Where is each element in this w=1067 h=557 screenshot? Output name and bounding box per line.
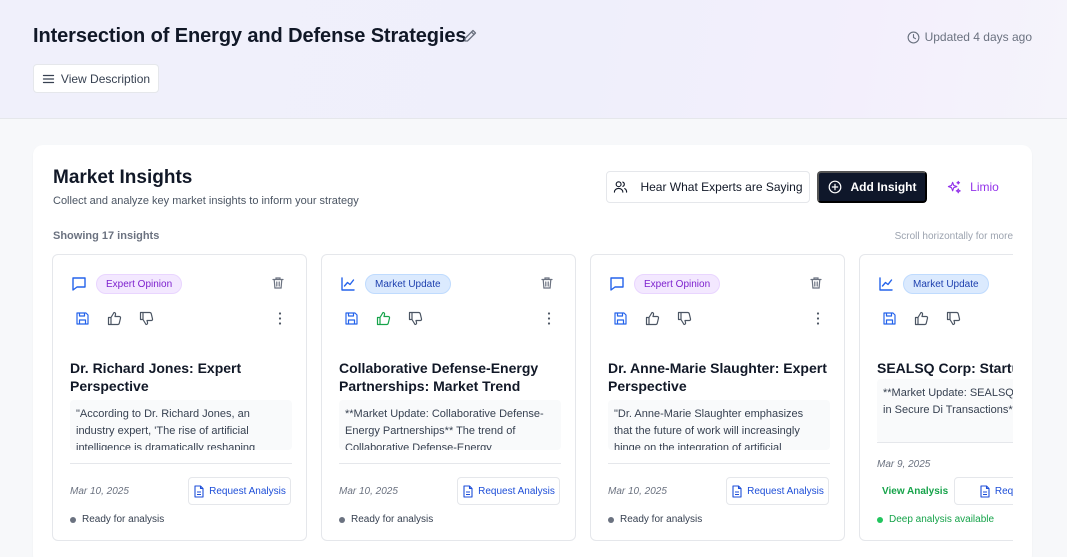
- clock-icon: [907, 31, 920, 43]
- message-icon: [610, 277, 624, 291]
- limio-label: Limio: [970, 180, 999, 194]
- chart-line-icon: [341, 277, 355, 291]
- section-subtitle: Collect and analyze key market insights …: [53, 195, 359, 207]
- card-title[interactable]: SEALSQ Corp: Startup: [877, 359, 1013, 377]
- request-analysis-label: Request Analysis: [478, 485, 555, 497]
- status-text: Ready for analysis: [82, 514, 165, 525]
- status-dot: [608, 516, 614, 523]
- header-banner: Intersection of Energy and Defense Strat…: [0, 0, 1067, 119]
- card-excerpt: "According to Dr. Richard Jones, an indu…: [70, 400, 292, 450]
- status-dot: [70, 516, 76, 523]
- save-icon[interactable]: [882, 311, 897, 326]
- divider: [70, 463, 292, 464]
- card-date: Mar 10, 2025: [608, 486, 667, 497]
- page-title: Intersection of Energy and Defense Strat…: [33, 25, 467, 47]
- card-title[interactable]: Dr. Richard Jones: Expert Perspective: [70, 359, 295, 395]
- add-insight-button[interactable]: Add Insight: [817, 171, 927, 203]
- updated-text: Updated 4 days ago: [924, 30, 1032, 44]
- insight-card[interactable]: Market Update SEALSQ Corp: Startup **Mar…: [859, 254, 1013, 541]
- limio-button[interactable]: Limio: [938, 171, 1008, 203]
- trash-icon[interactable]: [809, 276, 823, 290]
- category-badge: Expert Opinion: [96, 274, 183, 294]
- status-dot: [339, 516, 345, 523]
- card-excerpt: **Market Update: SEALSQ as a Disruptor i…: [877, 379, 1013, 443]
- request-analysis-label: Request Analysis: [209, 485, 286, 497]
- request-analysis-label: Request: [994, 485, 1013, 497]
- insight-card[interactable]: Market Update Collaborative Defense-Ener…: [321, 254, 576, 541]
- document-icon: [732, 484, 742, 498]
- chart-line-icon: [879, 277, 893, 291]
- thumbs-down-icon[interactable]: [946, 311, 961, 326]
- thumbs-up-icon[interactable]: [107, 311, 122, 326]
- category-badge: Market Update: [365, 274, 451, 294]
- hear-experts-button[interactable]: Hear What Experts are Saying: [606, 171, 810, 203]
- card-excerpt: "Dr. Anne-Marie Slaughter emphasizes tha…: [608, 400, 830, 450]
- updated-timestamp: Updated 4 days ago: [907, 30, 1032, 44]
- plus-circle-icon: [828, 180, 841, 194]
- thumbs-up-icon[interactable]: [645, 311, 660, 326]
- category-badge: Expert Opinion: [634, 274, 721, 294]
- card-date: Mar 10, 2025: [339, 486, 398, 497]
- request-analysis-button[interactable]: Request Analysis: [726, 477, 829, 505]
- request-analysis-button[interactable]: Request Analysis: [457, 477, 560, 505]
- thumbs-down-icon[interactable]: [139, 311, 154, 326]
- document-icon: [194, 484, 204, 498]
- category-badge: Market Update: [903, 274, 989, 294]
- card-date: Mar 10, 2025: [70, 486, 129, 497]
- save-icon[interactable]: [75, 311, 90, 326]
- card-title[interactable]: Collaborative Defense-Energy Partnership…: [339, 359, 564, 395]
- save-icon[interactable]: [344, 311, 359, 326]
- analysis-status: Ready for analysis: [70, 514, 164, 525]
- card-title[interactable]: Dr. Anne-Marie Slaughter: Expert Perspec…: [608, 359, 833, 395]
- divider: [339, 463, 561, 464]
- hear-experts-label: Hear What Experts are Saying: [640, 180, 803, 194]
- request-analysis-button[interactable]: Request Analysis: [188, 477, 291, 505]
- more-vertical-icon[interactable]: [547, 311, 551, 326]
- status-dot: [877, 516, 883, 523]
- divider: [608, 463, 830, 464]
- market-insights-panel: Market Insights Collect and analyze key …: [33, 145, 1032, 557]
- document-icon: [463, 484, 473, 498]
- pencil-icon[interactable]: [462, 28, 478, 44]
- status-text: Ready for analysis: [620, 514, 703, 525]
- document-icon: [980, 484, 990, 498]
- more-vertical-icon[interactable]: [278, 311, 282, 326]
- thumbs-up-icon[interactable]: [376, 311, 391, 326]
- more-vertical-icon[interactable]: [816, 311, 820, 326]
- scroll-hint: Scroll horizontally for more: [894, 231, 1013, 242]
- card-date: Mar 9, 2025: [877, 459, 931, 470]
- view-description-button[interactable]: View Description: [33, 64, 159, 93]
- message-icon: [72, 277, 86, 291]
- view-description-label: View Description: [60, 71, 151, 86]
- users-icon: [614, 181, 628, 193]
- menu-icon: [42, 74, 55, 83]
- trash-icon[interactable]: [271, 276, 285, 290]
- status-text: Ready for analysis: [351, 514, 434, 525]
- analysis-status: Deep analysis available: [877, 514, 994, 525]
- save-icon[interactable]: [613, 311, 628, 326]
- request-analysis-label: Request Analysis: [747, 485, 824, 497]
- divider: [877, 442, 1013, 443]
- status-text: Deep analysis available: [889, 514, 995, 525]
- analysis-status: Ready for analysis: [608, 514, 702, 525]
- view-analysis-link[interactable]: View Analysis: [882, 486, 948, 497]
- section-title: Market Insights: [53, 167, 193, 188]
- thumbs-down-icon[interactable]: [408, 311, 423, 326]
- thumbs-up-icon[interactable]: [914, 311, 929, 326]
- card-excerpt: **Market Update: Collaborative Defense-E…: [339, 400, 561, 450]
- request-analysis-button[interactable]: Request: [954, 477, 1013, 505]
- insight-card[interactable]: Expert Opinion Dr. Richard Jones: Expert…: [52, 254, 307, 541]
- thumbs-down-icon[interactable]: [677, 311, 692, 326]
- add-insight-label: Add Insight: [850, 180, 917, 194]
- analysis-status: Ready for analysis: [339, 514, 433, 525]
- sparkles-icon: [948, 180, 961, 193]
- insight-count: Showing 17 insights: [53, 230, 160, 242]
- insight-cards-scroller[interactable]: Expert Opinion Dr. Richard Jones: Expert…: [52, 254, 1013, 544]
- insight-card[interactable]: Expert Opinion Dr. Anne-Marie Slaughter:…: [590, 254, 845, 541]
- trash-icon[interactable]: [540, 276, 554, 290]
